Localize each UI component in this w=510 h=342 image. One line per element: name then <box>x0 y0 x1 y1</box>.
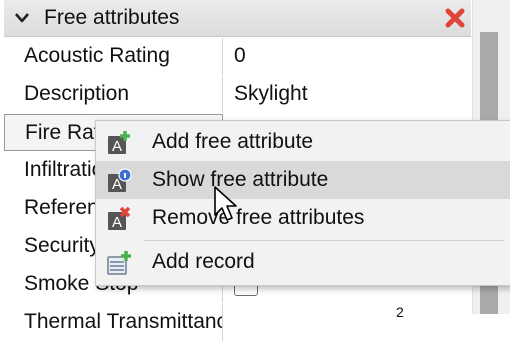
svg-text:A: A <box>112 214 122 231</box>
menu-item-label: Show free attribute <box>152 168 329 191</box>
menu-item-remove-free-attributes[interactable]: A Remove free attributes <box>96 199 510 237</box>
table-row[interactable]: Description Skylight <box>4 76 471 114</box>
mouse-cursor-icon <box>214 186 237 221</box>
menu-item-add-free-attribute[interactable]: A Add free attribute <box>96 123 510 161</box>
add-record-icon <box>107 251 131 275</box>
menu-item-show-free-attribute[interactable]: A Show free attribute <box>96 161 510 199</box>
context-menu: A Add free attribute A Show free attribu… <box>95 120 510 286</box>
table-row[interactable]: Thermal Transmittance 2 <box>4 304 471 342</box>
attribute-value[interactable]: 0 <box>234 38 246 74</box>
attribute-name: Acoustic Rating <box>4 38 223 75</box>
add-free-attribute-icon: A <box>108 131 130 155</box>
attribute-value[interactable]: Skylight <box>234 76 308 112</box>
menu-item-label: Remove free attributes <box>152 206 365 229</box>
remove-free-attributes-icon: A <box>108 206 131 231</box>
table-row[interactable]: Acoustic Rating 0 <box>4 38 471 76</box>
menu-item-label: Add record <box>152 250 255 273</box>
chevron-down-icon[interactable] <box>14 10 30 26</box>
panel-header[interactable]: Free attributes <box>4 0 471 37</box>
attribute-name: Description <box>4 76 223 113</box>
show-free-attribute-icon: A <box>108 168 132 193</box>
panel-title: Free attributes <box>44 6 180 29</box>
svg-text:A: A <box>112 138 122 155</box>
menu-item-add-record[interactable]: Add record <box>96 243 510 281</box>
menu-separator <box>144 240 504 241</box>
attribute-value[interactable]: 2 <box>396 294 404 330</box>
attribute-name: Thermal Transmittance <box>4 304 223 341</box>
menu-item-label: Add free attribute <box>152 130 314 153</box>
close-icon[interactable] <box>444 7 466 29</box>
